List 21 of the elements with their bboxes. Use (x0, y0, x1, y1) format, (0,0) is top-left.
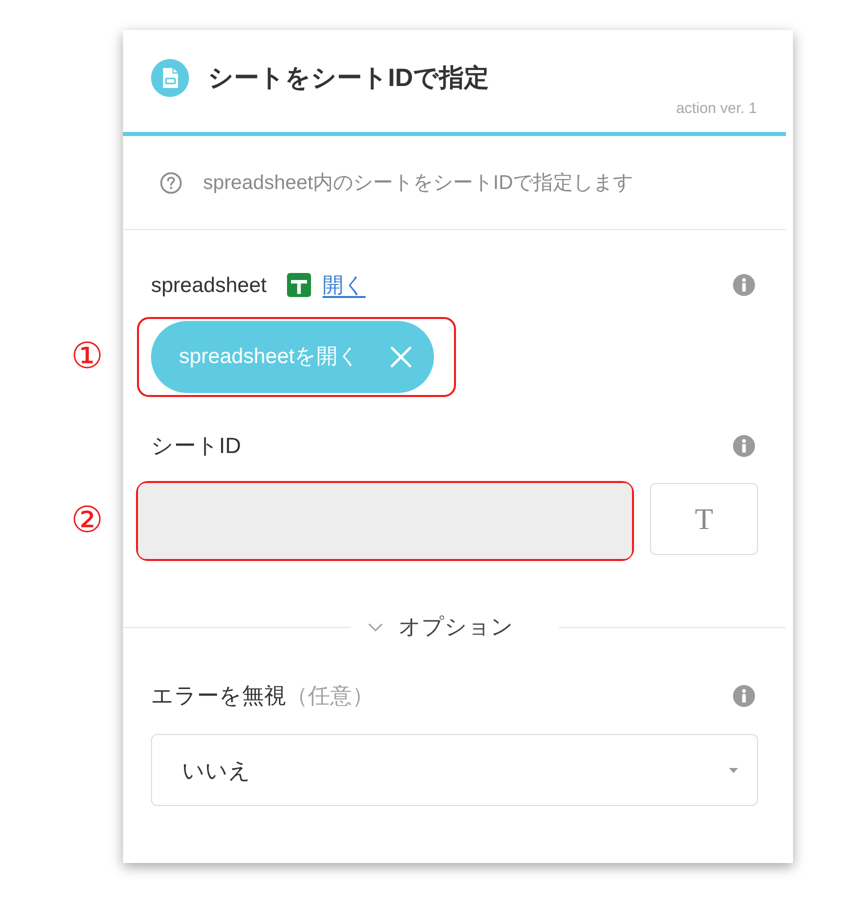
description-text: spreadsheet内のシートをシートIDで指定します (203, 170, 634, 196)
field-label: シートID (151, 435, 241, 457)
panel-title: シートをシートIDで指定 (208, 66, 489, 90)
info-icon[interactable] (733, 435, 755, 457)
spreadsheet-icon (286, 273, 311, 297)
info-icon[interactable] (733, 685, 755, 707)
chevron-down-icon (368, 622, 382, 632)
remove-icon[interactable] (390, 346, 412, 368)
version-label: action ver. 1 (676, 99, 757, 119)
dropdown-caret-icon (729, 768, 738, 772)
help-icon (160, 172, 182, 194)
annotation-number: ② (71, 503, 104, 539)
open-link[interactable]: 開く (322, 274, 366, 296)
options-toggle[interactable]: オプション (350, 616, 558, 638)
ignore-error-select[interactable]: いいえ (151, 734, 758, 806)
field-label: エラーを無視（任意） (151, 685, 374, 707)
text-mode-button[interactable]: T (650, 483, 758, 555)
document-icon (151, 59, 189, 97)
field-label: spreadsheet (151, 274, 267, 296)
info-icon[interactable] (733, 274, 755, 296)
annotation-number: ① (71, 339, 104, 375)
